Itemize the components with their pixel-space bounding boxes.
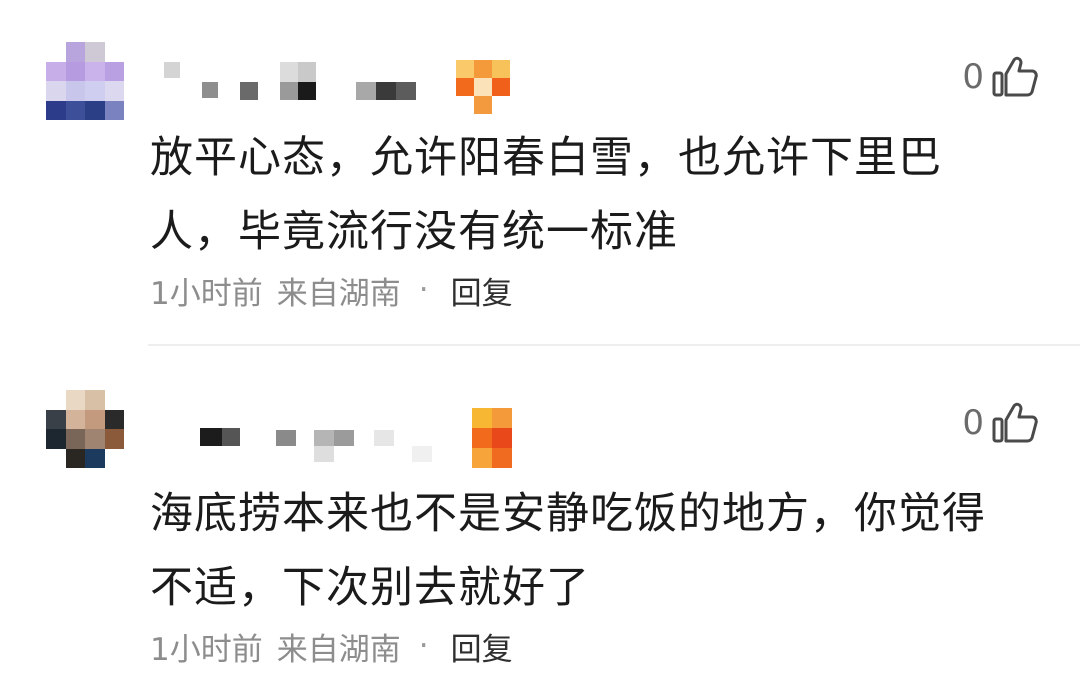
- timestamp: 1小时前: [150, 631, 263, 668]
- comment-text-line: 放平心态，允许阳春白雪，也允许下里巴: [150, 133, 942, 183]
- reply-button[interactable]: 回复: [451, 268, 513, 313]
- comment-text: 海底捞本来也不是安静吃饭的地方，你觉得 不适，下次别去就好了: [150, 484, 1030, 618]
- comment-item: 0 放平心态，允许阳春白雪，也允许下里巴 人，毕竟流行没有统一标准 1小时前 来…: [0, 0, 1080, 346]
- comment-meta: 1小时前 来自湖南 · 回复: [150, 268, 513, 313]
- comment-item: 0 海底捞本来也不是安静吃饭的地方，你觉得 不适，下次别去就好了 1小时前 来自…: [0, 346, 1080, 689]
- like-count: 0: [962, 57, 984, 97]
- comment-text-line: 海底捞本来也不是安静吃饭的地方，你觉得: [150, 489, 986, 539]
- level-badge-icon: [456, 60, 512, 120]
- like-button[interactable]: 0: [962, 401, 1038, 445]
- location: 来自湖南: [276, 275, 401, 312]
- avatar[interactable]: [46, 42, 124, 120]
- comment-text-line: 人，毕竟流行没有统一标准: [150, 207, 678, 257]
- timestamp: 1小时前: [150, 275, 263, 312]
- thumbs-up-icon: [992, 402, 1038, 444]
- avatar[interactable]: [46, 390, 124, 468]
- like-button[interactable]: 0: [962, 55, 1038, 99]
- comment-meta: 1小时前 来自湖南 · 回复: [150, 624, 513, 669]
- location: 来自湖南: [276, 631, 401, 668]
- reply-button[interactable]: 回复: [451, 624, 513, 669]
- level-badge-icon: [472, 408, 528, 468]
- comment-text-line: 不适，下次别去就好了: [150, 563, 590, 613]
- thumbs-up-icon: [992, 56, 1038, 98]
- like-count: 0: [962, 403, 984, 443]
- comment-text: 放平心态，允许阳春白雪，也允许下里巴 人，毕竟流行没有统一标准: [150, 128, 1030, 262]
- meta-separator: ·: [418, 272, 429, 308]
- meta-separator: ·: [418, 628, 429, 664]
